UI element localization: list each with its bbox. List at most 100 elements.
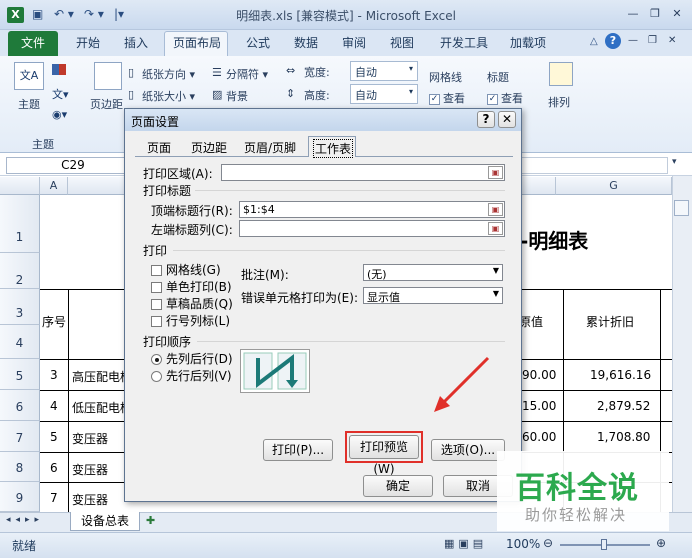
table-cell-dep[interactable]: 2,879.52 [597,399,650,413]
collapse-dialog-icon[interactable]: ▣ [488,222,503,235]
column-header-a[interactable]: A [40,177,68,195]
theme-colors-icon[interactable] [52,64,66,75]
table-cell-seq[interactable]: 5 [50,430,58,444]
comments-select[interactable]: (无) ▼ [363,264,503,281]
minimize-button[interactable]: — [624,6,642,22]
table-cell-seq[interactable]: 4 [50,399,58,413]
tab-home[interactable]: 开始 [76,34,100,51]
tab-header-footer[interactable]: 页眉/页脚 [244,139,296,156]
print-area-input[interactable] [221,164,505,181]
orientation-icon[interactable]: ▯ [128,66,134,79]
dialog-help-button[interactable]: ? [477,111,495,128]
headings-view-checkbox[interactable]: ✓ 查看 [487,90,523,106]
row-header-2[interactable]: 2 [0,253,40,289]
row-header-3[interactable]: 3 [0,289,40,325]
tab-margins[interactable]: 页边距 [191,139,227,156]
theme-icon[interactable]: 文A [14,62,44,90]
tab-page[interactable]: 页面 [147,139,171,156]
select-all-corner[interactable] [0,177,40,195]
tab-addins[interactable]: 加载项 [510,34,546,51]
tab-view[interactable]: 视图 [390,34,414,51]
tab-formulas[interactable]: 公式 [246,34,270,51]
arrange-icon[interactable] [549,62,573,86]
tab-data[interactable]: 数据 [294,34,318,51]
errors-select[interactable]: 显示值 ▼ [363,287,503,304]
rowcol-checkbox[interactable]: 行号列标(L) [151,312,230,329]
help-icon[interactable]: ? [605,33,621,49]
close-button[interactable]: ✕ [668,6,686,22]
doc-minimize-icon[interactable]: — [628,35,638,46]
height-dropdown[interactable]: 自动 ▾ [350,84,418,104]
zoom-in-icon[interactable]: ⊕ [656,536,666,550]
sheet-tab-equipment[interactable]: 设备总表 [70,512,140,531]
row-header-8[interactable]: 8 [0,452,40,482]
tab-developer[interactable]: 开发工具 [440,34,488,51]
view-mode-icons[interactable]: ▦▣▤ [444,537,487,550]
table-cell-name[interactable]: 低压配电柜 [72,399,132,416]
sheet-nav-icon[interactable]: ◂◂▸▸ [6,515,44,525]
insert-sheet-icon[interactable]: ✚ [146,514,155,527]
table-cell-name[interactable]: 变压器 [72,491,108,508]
margins-label[interactable]: 页边距 [90,96,123,112]
table-cell-seq[interactable]: 3 [50,368,58,382]
margins-icon[interactable] [94,62,122,90]
row-header-9[interactable]: 9 [0,482,40,512]
table-cell-dep[interactable]: 19,616.16 [590,368,651,382]
table-cell-seq[interactable]: 6 [50,461,58,475]
table-cell-value[interactable]: 60.00 [522,430,556,444]
tab-review[interactable]: 审阅 [342,34,366,51]
doc-close-icon[interactable]: ✕ [668,35,676,46]
ribbon-minimize-icon[interactable]: △ [590,36,598,47]
table-cell-seq[interactable]: 7 [50,491,58,505]
draft-checkbox[interactable]: 草稿品质(Q) [151,295,233,312]
arrange-button[interactable]: 排列 [548,94,570,110]
top-rows-input[interactable]: $1:$4 [239,201,505,218]
table-cell-value[interactable]: 90.00 [522,368,556,382]
order-over-radio[interactable]: 先行后列(V) [151,367,232,384]
collapse-dialog-icon[interactable]: ▣ [488,203,503,216]
name-box[interactable]: C29 [6,157,140,174]
theme-button-label[interactable]: 主题 [18,96,40,112]
width-dropdown[interactable]: 自动 ▾ [350,61,418,81]
scroll-thumb[interactable] [674,200,689,216]
vertical-scrollbar[interactable] [672,176,692,512]
table-cell-name[interactable]: 变压器 [72,461,108,478]
tab-page-layout[interactable]: 页面布局 [173,34,221,51]
size-button[interactable]: 纸张大小 ▾ [142,88,195,104]
expand-formula-icon[interactable]: ▾ [672,157,677,167]
background-icon[interactable]: ▨ [212,88,222,101]
print-button[interactable]: 打印(P)... [263,439,333,461]
restore-button[interactable]: ❐ [646,6,664,22]
theme-fonts-icon[interactable]: 文▾ [52,86,69,102]
row-header-5[interactable]: 5 [0,359,40,390]
size-icon[interactable]: ▯ [128,88,134,101]
ok-button[interactable]: 确定 [363,475,433,497]
order-down-radio[interactable]: 先列后行(D) [151,350,233,367]
row-header-1[interactable]: 1 [0,195,40,253]
table-cell-value[interactable]: 15.00 [522,399,556,413]
table-cell-name[interactable]: 高压配电柜 [72,368,132,385]
options-button[interactable]: 选项(O)... [431,439,505,461]
zoom-slider-thumb[interactable] [601,539,607,550]
breaks-icon[interactable]: ☰ [212,66,222,79]
zoom-out-icon[interactable]: ⊖ [543,536,553,550]
tab-file[interactable]: 文件 [8,31,58,56]
left-columns-input[interactable] [239,220,505,237]
gridlines-checkbox[interactable]: 网格线(G) [151,261,221,278]
orientation-button[interactable]: 纸张方向 ▾ [142,66,195,82]
table-cell-name[interactable]: 变压器 [72,430,108,447]
theme-effects-icon[interactable]: ◉▾ [52,108,67,121]
column-header-g[interactable]: G [556,177,672,195]
collapse-dialog-icon[interactable]: ▣ [488,166,503,179]
row-header-6[interactable]: 6 [0,390,40,421]
background-button[interactable]: 背景 [226,88,248,104]
doc-restore-icon[interactable]: ❐ [648,35,657,46]
breaks-button[interactable]: 分隔符 ▾ [226,66,268,82]
print-preview-button[interactable]: 打印预览(W) [349,435,419,476]
dialog-close-button[interactable]: ✕ [498,111,516,128]
mono-checkbox[interactable]: 单色打印(B) [151,278,232,295]
tab-insert[interactable]: 插入 [124,34,148,51]
tab-sheet-active[interactable]: 工作表 [308,136,356,158]
gridlines-view-checkbox[interactable]: ✓ 查看 [429,90,465,106]
row-header-4[interactable]: 4 [0,325,40,359]
